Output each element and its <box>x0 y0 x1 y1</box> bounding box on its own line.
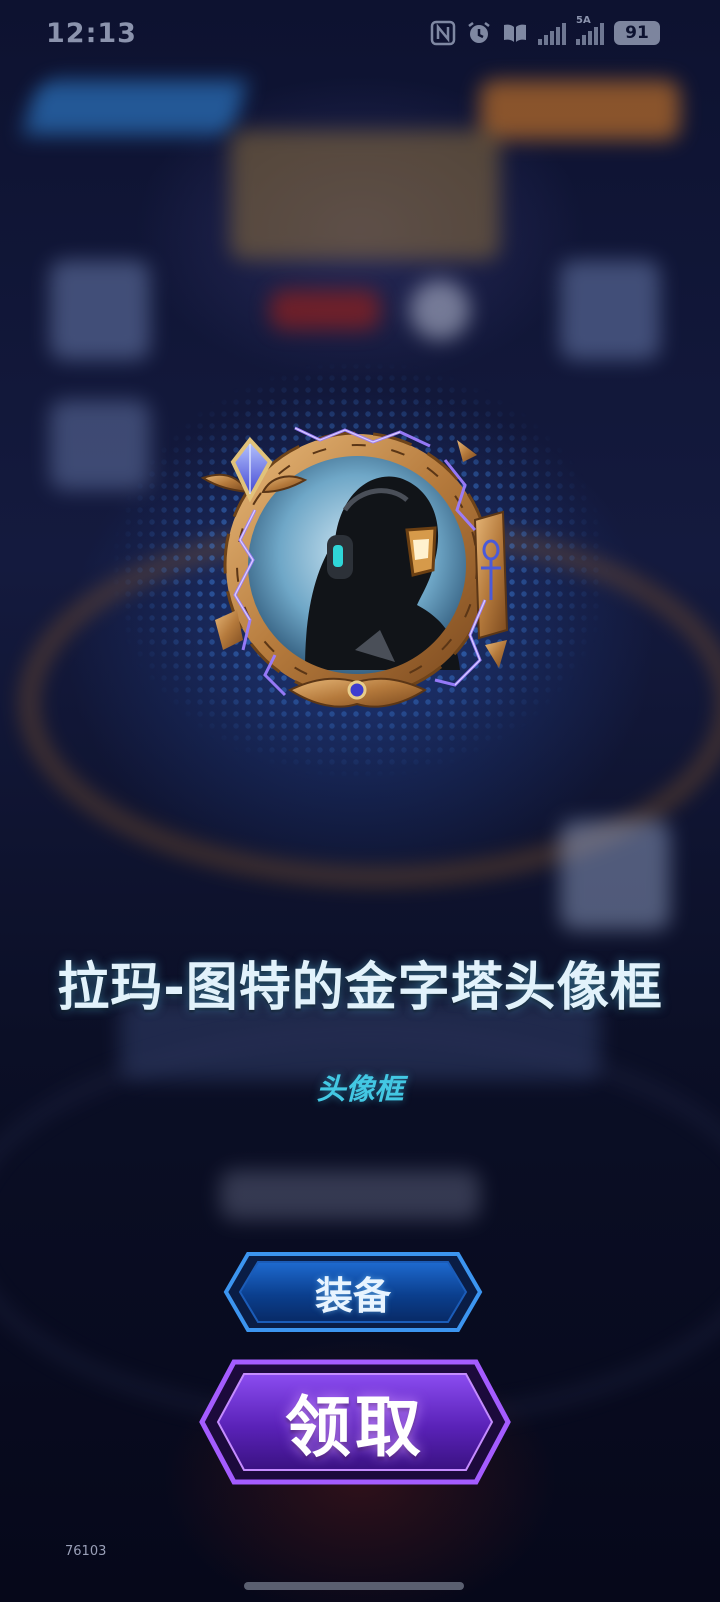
claim-button[interactable]: 领取 <box>198 1358 512 1486</box>
status-icons: 5A 91 <box>430 15 660 46</box>
reward-item-name: 拉玛-图特的金字塔头像框 <box>57 958 663 1018</box>
build-id: 76103 <box>65 1544 107 1559</box>
bg-blur-shape <box>480 80 680 140</box>
bg-blur-shape <box>230 130 500 260</box>
alarm-icon <box>466 20 492 46</box>
nfc-icon <box>430 20 456 46</box>
home-indicator[interactable] <box>244 1582 464 1590</box>
bg-blur-shape <box>21 80 249 135</box>
equip-button[interactable]: 装备 <box>222 1250 484 1334</box>
avatar-frame-preview <box>195 400 525 730</box>
pyramid-avatar-frame-icon <box>200 426 509 708</box>
book-icon <box>502 20 528 46</box>
bg-blur-shape <box>270 290 380 330</box>
bg-blur-shape <box>50 260 150 360</box>
network-label: 5A <box>576 15 591 26</box>
reward-item-type: 头像框 <box>316 1072 404 1106</box>
status-bar: 12:13 5A 91 <box>0 0 720 70</box>
wifi-off-signal-icon <box>538 21 566 45</box>
status-time: 12:13 <box>46 18 137 49</box>
battery-indicator: 91 <box>614 21 660 45</box>
equip-button-label: 装备 <box>314 1273 391 1318</box>
bg-blur-shape <box>560 260 660 360</box>
bg-blur-shape <box>560 820 670 930</box>
claim-button-label: 领取 <box>285 1389 425 1466</box>
cellular-5g-signal-icon: 5A <box>576 15 604 45</box>
bg-blur-shape <box>410 280 470 340</box>
